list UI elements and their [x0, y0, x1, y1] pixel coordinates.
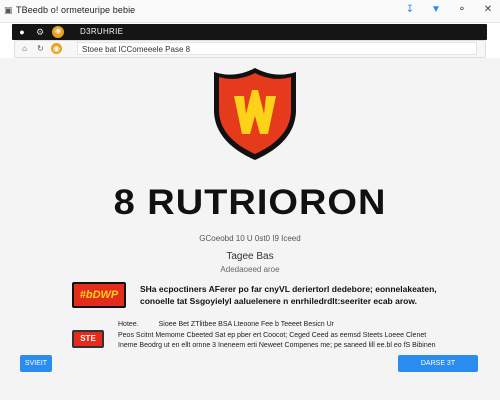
notes-section: Hotee. Sioee Bet ZTlitbee BSA Lteoone Fe… — [118, 320, 458, 351]
browser-toolbar: ● ⚙ ◉ D3RUHRIE — [12, 24, 487, 40]
right-action-button[interactable]: DARSE 3T — [398, 355, 478, 372]
chrome-logo-icon: ◉ — [51, 43, 62, 54]
brand-caption: Adedaoeed aroe — [220, 265, 280, 274]
close-icon[interactable]: ✕ — [482, 4, 494, 16]
window-titlebar: ▣ TBeedb o! ormeteuripe bebie ↧ ▼ ⚬ ✕ — [0, 0, 500, 23]
promo-line: SHa ecpoctiners AFerer po far cnyVL deri… — [140, 284, 437, 294]
notes-badge: STE — [72, 330, 104, 348]
brand-title: 8 RUTRIORON — [113, 183, 387, 223]
filter-icon[interactable]: ▼ — [430, 4, 442, 16]
promo-line: conoelle tat Ssgoyielyl aaluelenere n en… — [140, 296, 417, 306]
promo-badge: #bDWP — [72, 282, 126, 308]
notes-line: Ineme Beodrg ut en ellt ornne 3 Ineneem … — [118, 342, 436, 349]
shield-logo-icon — [214, 68, 296, 160]
notes-line: Peos Scitnt Memome Cbeeted Sat ep pber e… — [118, 332, 427, 339]
page-content: 8 RUTRIORON GCoeobd 10 U 0st0 I9 Iceed T… — [0, 58, 500, 400]
url-input[interactable]: Stoee bat ICComeeele Pase 8 — [77, 42, 477, 55]
notes-header: Hotee. Sioee Bet ZTlitbee BSA Lteoone Fe… — [118, 320, 458, 330]
window-title: TBeedb o! ormeteuripe bebie — [16, 5, 136, 15]
notes-head-right: Sioee Bet ZTlitbee BSA Lteoone Fee b Tee… — [158, 321, 334, 328]
toolbar-label: D3RUHRIE — [80, 27, 124, 36]
address-bar: ⌂ ↻ ◉ Stoee bat ICComeeele Pase 8 — [14, 40, 486, 58]
brand-tagline: Tagee Bas — [226, 251, 274, 262]
app-icon: ▣ — [4, 5, 13, 15]
promo-badge-label: #bDWP — [79, 289, 119, 301]
chrome-icon[interactable]: ◉ — [52, 26, 64, 38]
download-icon[interactable]: ↧ — [404, 4, 416, 16]
notes-head-left: Hotee. — [118, 321, 139, 328]
titlebar-controls: ↧ ▼ ⚬ ✕ — [404, 4, 494, 16]
reload-icon[interactable]: ↻ — [35, 43, 46, 54]
back-icon[interactable]: ● — [16, 26, 28, 38]
home-icon[interactable]: ⌂ — [19, 43, 30, 54]
brand-subtitle: GCoeobd 10 U 0st0 I9 Iceed — [199, 234, 301, 243]
left-action-button[interactable]: SVIEIT — [20, 355, 52, 372]
help-icon[interactable]: ⚬ — [456, 4, 468, 16]
promo-text: SHa ecpoctiners AFerer po far cnyVL deri… — [140, 283, 440, 307]
settings-icon[interactable]: ⚙ — [34, 26, 46, 38]
